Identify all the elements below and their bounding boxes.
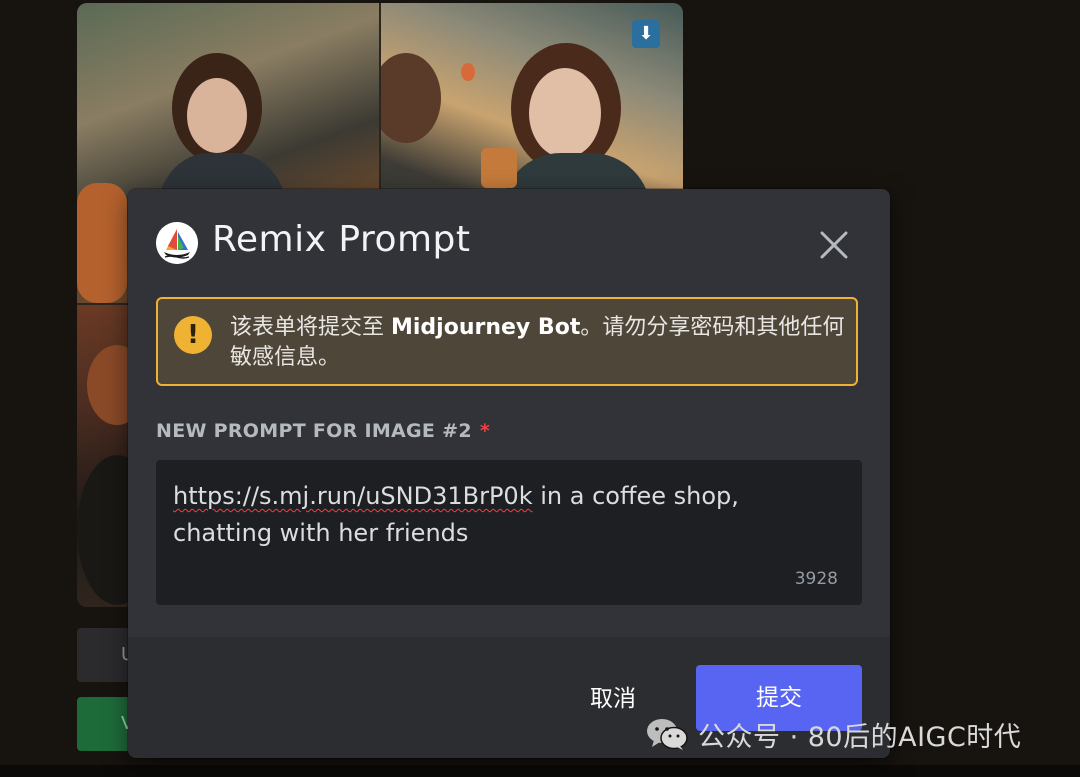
prompt-label-text: NEW PROMPT FOR IMAGE #2 xyxy=(156,420,472,442)
watermark-text: 公众号 · 80后的AIGC时代 xyxy=(698,721,1022,753)
download-arrow-icon: ⬇ xyxy=(638,23,654,44)
exclamation-icon: ! xyxy=(174,316,212,354)
prompt-link: https://s.mj.run/uSND31BrP0k xyxy=(173,482,533,510)
prompt-text-value[interactable]: https://s.mj.run/uSND31BrP0k in a coffee… xyxy=(173,478,813,552)
remaining-char-count: 3928 xyxy=(794,569,838,589)
modal-title: Remix Prompt xyxy=(212,219,471,260)
warning-bot-name: Midjourney Bot xyxy=(391,315,581,340)
close-button[interactable] xyxy=(814,225,854,265)
warning-text-start: 该表单将提交至 xyxy=(230,315,391,340)
bottom-strip xyxy=(0,765,1080,777)
midjourney-sailboat-icon xyxy=(156,222,198,264)
wechat-icon xyxy=(646,717,688,751)
modal-header: Remix Prompt xyxy=(128,189,890,289)
prompt-textarea[interactable]: https://s.mj.run/uSND31BrP0k in a coffee… xyxy=(156,460,862,605)
required-mark: * xyxy=(479,420,491,442)
watermark: 公众号 · 80后的AIGC时代 xyxy=(646,714,1021,754)
warning-notice: ! 该表单将提交至 Midjourney Bot。请勿分享密码和其他任何敏感信息… xyxy=(156,297,858,386)
warning-text: 该表单将提交至 Midjourney Bot。请勿分享密码和其他任何敏感信息。 xyxy=(230,313,850,373)
remix-prompt-modal: Remix Prompt ! 该表单将提交至 Midjourney Bot。请勿… xyxy=(128,189,890,758)
cancel-button[interactable]: 取消 xyxy=(568,679,658,719)
prompt-field-label: NEW PROMPT FOR IMAGE #2 * xyxy=(156,420,490,442)
close-icon xyxy=(820,231,848,259)
download-button[interactable]: ⬇ xyxy=(632,20,660,48)
